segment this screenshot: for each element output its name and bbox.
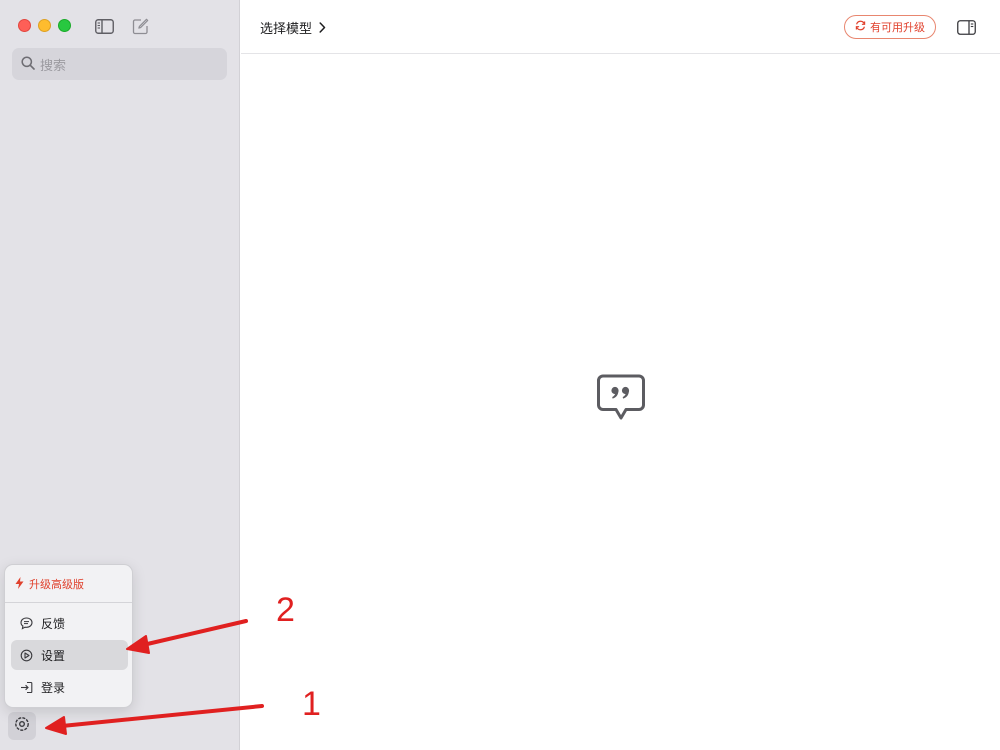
app-window: 搜索 升级高级版 反馈 设置 登录 选择模型 有可用升级 2 1 bbox=[0, 0, 1000, 750]
search-input[interactable]: 搜索 bbox=[12, 48, 227, 80]
close-window-button[interactable] bbox=[18, 19, 31, 32]
menu-divider bbox=[5, 602, 132, 603]
update-available-label: 有可用升级 bbox=[870, 21, 925, 34]
sidebar-toggle-icon[interactable] bbox=[94, 16, 114, 36]
upgrade-label: 升级高级版 bbox=[29, 578, 84, 591]
annotation-label-1: 1 bbox=[302, 685, 321, 723]
model-selector-label: 选择模型 bbox=[260, 21, 313, 37]
account-menu: 升级高级版 反馈 设置 登录 bbox=[4, 564, 133, 708]
search-placeholder: 搜索 bbox=[40, 58, 67, 74]
refresh-icon bbox=[855, 20, 866, 34]
annotation-label-2: 2 bbox=[276, 591, 295, 629]
upgrade-menu-item[interactable]: 升级高级版 bbox=[15, 575, 84, 593]
lightning-icon bbox=[15, 576, 24, 592]
settings-icon bbox=[14, 716, 30, 736]
model-selector[interactable]: 选择模型 bbox=[260, 17, 326, 37]
login-label: 登录 bbox=[41, 680, 66, 695]
chat-bubble-icon bbox=[19, 616, 33, 630]
main-header: 选择模型 有可用升级 bbox=[241, 0, 1000, 54]
main-content: 选择模型 有可用升级 bbox=[241, 0, 1000, 750]
settings-label: 设置 bbox=[41, 648, 66, 663]
right-panel-toggle-icon[interactable] bbox=[956, 17, 976, 37]
chevron-right-icon bbox=[319, 21, 326, 33]
quote-bubble-icon bbox=[596, 374, 646, 422]
settings-button[interactable] bbox=[8, 712, 36, 740]
zoom-window-button[interactable] bbox=[58, 19, 71, 32]
login-icon bbox=[19, 680, 33, 694]
settings-menu-item[interactable]: 设置 bbox=[11, 640, 128, 670]
update-available-button[interactable]: 有可用升级 bbox=[844, 15, 936, 39]
login-menu-item[interactable]: 登录 bbox=[11, 672, 128, 702]
minimize-window-button[interactable] bbox=[38, 19, 51, 32]
settings-icon bbox=[19, 648, 33, 662]
search-icon bbox=[21, 55, 35, 74]
feedback-label: 反馈 bbox=[41, 616, 66, 631]
feedback-menu-item[interactable]: 反馈 bbox=[11, 608, 128, 638]
compose-icon[interactable] bbox=[130, 16, 150, 36]
